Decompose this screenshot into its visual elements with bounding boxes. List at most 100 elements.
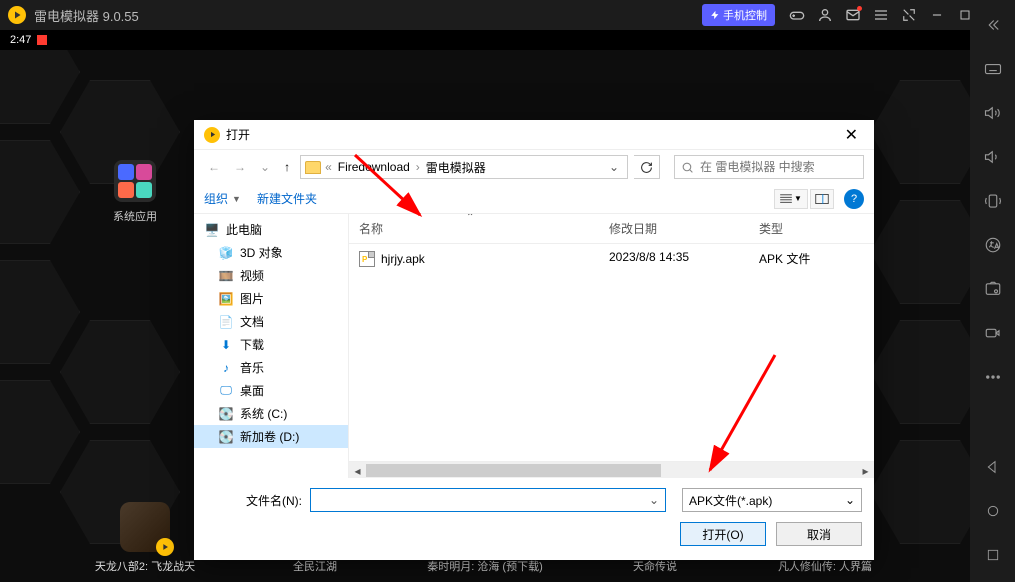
sidebar-item-this-pc[interactable]: 🖥️此电脑 xyxy=(194,218,348,241)
filename-label: 文件名(N): xyxy=(206,492,302,509)
new-folder-button[interactable]: 新建文件夹 xyxy=(257,190,317,207)
sidebar-item-drive-c[interactable]: 💽 系统 (C:) xyxy=(194,402,348,425)
android-recent-icon[interactable] xyxy=(978,540,1008,570)
dialog-close-icon[interactable]: ✕ xyxy=(839,125,864,145)
organize-menu[interactable]: 组织 xyxy=(204,190,228,207)
file-type-filter[interactable]: APK文件(*.apk) ⌄ xyxy=(682,488,862,512)
sidebar-label: 音乐 xyxy=(240,359,264,376)
app-titlebar: 雷电模拟器 9.0.55 手机控制 xyxy=(0,0,1015,30)
column-type[interactable]: 类型 xyxy=(749,218,874,239)
minimize-icon[interactable] xyxy=(923,1,951,29)
apk-file-icon xyxy=(359,251,375,267)
path-dropdown-icon[interactable]: ⌄ xyxy=(605,160,623,174)
desktop-icon: 🖵 xyxy=(218,383,234,399)
more-icon[interactable] xyxy=(978,362,1008,392)
drive-icon: 💽 xyxy=(218,406,234,422)
shake-icon[interactable] xyxy=(978,186,1008,216)
android-back-icon[interactable] xyxy=(978,452,1008,482)
sidebar-item-drive-d[interactable]: 💽新加卷 (D:) xyxy=(194,425,348,448)
file-name: hjrjy.apk xyxy=(381,252,425,266)
sidebar-item-documents[interactable]: 📄 文档 xyxy=(194,310,348,333)
adblock-icon xyxy=(37,35,47,45)
dialog-logo-icon xyxy=(204,127,220,143)
filename-combo[interactable]: ⌄ xyxy=(310,488,666,512)
collapse-rail-icon[interactable] xyxy=(978,10,1008,40)
search-box[interactable] xyxy=(674,155,864,179)
app-title: 雷电模拟器 9.0.55 xyxy=(34,6,139,25)
open-button[interactable]: 打开(O) xyxy=(680,522,766,546)
dock-app-label: 秦时明月: 沧海 (预下载) xyxy=(427,561,543,573)
organize-dropdown-icon[interactable]: ▼ xyxy=(232,194,241,204)
view-mode-button[interactable]: ▼ xyxy=(774,189,808,209)
help-button[interactable]: ? xyxy=(844,189,864,209)
scroll-left-icon[interactable]: ◂ xyxy=(349,462,366,478)
emulator-screen: 系统应用 天龙八部2: 飞龙战天 全民江湖 秦时明月: 沧海 (预下载) 天命传… xyxy=(0,50,970,582)
sort-indicator-icon: ⌃ xyxy=(466,214,474,223)
sidebar-label: 3D 对象 xyxy=(240,244,283,261)
filename-input[interactable] xyxy=(311,493,643,507)
search-input[interactable] xyxy=(700,160,857,174)
breadcrumb-seg[interactable]: 雷电模拟器 xyxy=(424,159,488,176)
horizontal-scrollbar[interactable]: ◂ ▸ xyxy=(349,461,874,478)
music-icon: ♪ xyxy=(218,360,234,376)
android-home-icon[interactable] xyxy=(978,496,1008,526)
file-row[interactable]: hjrjy.apk 2023/8/8 14:35 APK 文件 xyxy=(349,244,874,273)
phone-control-button[interactable]: 手机控制 xyxy=(702,4,775,26)
fullscreen-icon[interactable] xyxy=(895,1,923,29)
system-apps-folder[interactable]: 系统应用 xyxy=(100,160,170,224)
preview-pane-button[interactable] xyxy=(810,189,834,209)
picture-icon: 🖼️ xyxy=(218,291,234,307)
app-logo-icon xyxy=(8,6,26,24)
filter-dropdown-icon: ⌄ xyxy=(845,493,855,507)
keyboard-icon[interactable] xyxy=(978,54,1008,84)
scrollbar-thumb[interactable] xyxy=(366,464,661,477)
up-icon[interactable]: ↑ xyxy=(280,156,294,178)
sidebar-label: 桌面 xyxy=(240,382,264,399)
column-date[interactable]: 修改日期 xyxy=(599,218,749,239)
breadcrumb-seg[interactable]: Firedownload xyxy=(336,160,412,174)
column-headers: 名称 ⌃ 修改日期 类型 xyxy=(349,214,874,244)
phone-control-label: 手机控制 xyxy=(723,7,767,23)
download-icon: ⬇ xyxy=(218,337,234,353)
dock-app-0[interactable]: 天龙八部2: 飞龙战天 xyxy=(85,502,205,574)
menu-icon[interactable] xyxy=(867,1,895,29)
sidebar-label: 文档 xyxy=(240,313,264,330)
dialog-footer: 文件名(N): ⌄ APK文件(*.apk) ⌄ 打开(O) 取消 xyxy=(194,478,874,560)
side-toolbar xyxy=(970,0,1015,582)
user-icon[interactable] xyxy=(811,1,839,29)
sidebar-item-videos[interactable]: 🎞️视频 xyxy=(194,264,348,287)
sidebar-label: 此电脑 xyxy=(226,221,262,238)
sidebar-label: 图片 xyxy=(240,290,264,307)
refresh-button[interactable] xyxy=(634,155,660,179)
sidebar-item-downloads[interactable]: ⬇下载 xyxy=(194,333,348,356)
sidebar-item-desktop[interactable]: 🖵 桌面 xyxy=(194,379,348,402)
dock-app-label: 凡人修仙传: 人界篇 xyxy=(778,561,872,573)
record-icon[interactable] xyxy=(978,318,1008,348)
document-icon: 📄 xyxy=(218,314,234,330)
translate-icon[interactable] xyxy=(978,230,1008,260)
dock-app-label: 天龙八部2: 飞龙战天 xyxy=(95,561,195,573)
sidebar-label: 系统 (C:) xyxy=(240,405,287,422)
cancel-button[interactable]: 取消 xyxy=(776,522,862,546)
filename-dropdown-icon[interactable]: ⌄ xyxy=(643,493,665,507)
volume-down-icon[interactable] xyxy=(978,142,1008,172)
volume-up-icon[interactable] xyxy=(978,98,1008,128)
forward-icon[interactable]: → xyxy=(230,156,250,178)
breadcrumb-path[interactable]: « Firedownload › 雷电模拟器 ⌄ xyxy=(300,155,628,179)
sidebar-label: 新加卷 (D:) xyxy=(240,428,299,445)
sidebar-item-pictures[interactable]: 🖼️ 图片 xyxy=(194,287,348,310)
screenshot-icon[interactable] xyxy=(978,274,1008,304)
sidebar-item-music[interactable]: ♪ 音乐 xyxy=(194,356,348,379)
mail-icon[interactable] xyxy=(839,1,867,29)
gamepad-icon[interactable] xyxy=(783,1,811,29)
back-icon[interactable]: ← xyxy=(204,156,224,178)
file-list: 名称 ⌃ 修改日期 类型 hjrjy.apk 2023/8/8 14:35 AP… xyxy=(349,214,874,478)
scroll-right-icon[interactable]: ▸ xyxy=(857,462,874,478)
folder-icon xyxy=(305,161,321,174)
file-date: 2023/8/8 14:35 xyxy=(599,248,749,269)
recent-dropdown-icon[interactable]: ⌄ xyxy=(256,156,274,178)
sidebar-item-3d[interactable]: 🧊3D 对象 xyxy=(194,241,348,264)
file-type: APK 文件 xyxy=(749,248,874,269)
sidebar-tree: 🖥️此电脑 🧊3D 对象 🎞️视频 🖼️ 图片 📄 文档 ⬇下载 ♪ 音乐 🖵 桌面 💽… xyxy=(194,214,349,478)
status-time: 2:47 xyxy=(10,34,31,46)
